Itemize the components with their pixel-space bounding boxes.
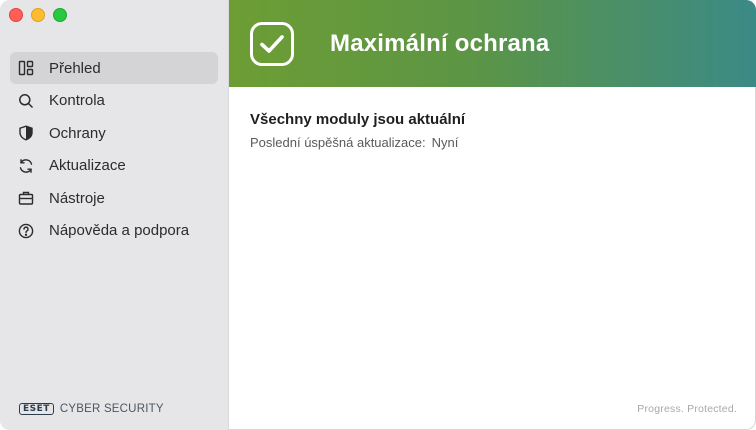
- sidebar-item-scan[interactable]: Kontrola: [10, 85, 218, 117]
- help-icon: [18, 223, 34, 239]
- sidebar-nav: Přehled Kontrola Ochrany Aktualizace Nás…: [10, 52, 218, 247]
- sidebar-item-label: Ochrany: [49, 124, 106, 142]
- sidebar-item-tools[interactable]: Nástroje: [10, 182, 218, 214]
- app-window: Přehled Kontrola Ochrany Aktualizace Nás…: [0, 0, 756, 430]
- shield-icon: [18, 125, 34, 141]
- sidebar-item-label: Nástroje: [49, 189, 105, 207]
- product-name: CYBER SECURITY: [59, 403, 164, 415]
- toolbox-icon: [18, 190, 34, 206]
- minimize-window-button[interactable]: [31, 8, 45, 22]
- window-controls: [9, 8, 67, 22]
- dashboard-icon: [18, 60, 34, 76]
- sidebar-item-label: Nápověda a podpora: [49, 222, 190, 239]
- sidebar-item-label: Přehled: [49, 59, 101, 77]
- sidebar: Přehled Kontrola Ochrany Aktualizace Nás…: [0, 0, 229, 430]
- tagline: Progress. Protected.: [637, 403, 737, 415]
- last-update-line: Poslední úspěšná aktualizace: Nyní: [250, 135, 735, 150]
- sidebar-item-overview[interactable]: Přehled: [10, 52, 218, 84]
- main-panel: Maximální ochrana Všechny moduly jsou ak…: [229, 0, 756, 430]
- brand: ESET CYBER SECURITY: [19, 403, 164, 415]
- sidebar-item-protections[interactable]: Ochrany: [10, 117, 218, 149]
- last-update-value: Nyní: [431, 135, 459, 150]
- sidebar-item-help[interactable]: Nápověda a podpora: [10, 215, 218, 247]
- sidebar-item-updates[interactable]: Aktualizace: [10, 150, 218, 182]
- status-content: Všechny moduly jsou aktuální Poslední ús…: [229, 87, 756, 174]
- search-icon: [18, 93, 34, 109]
- last-update-label: Poslední úspěšná aktualizace:: [250, 135, 426, 150]
- protection-status-title: Maximální ochrana: [330, 29, 550, 57]
- sidebar-item-label: Kontrola: [49, 92, 105, 109]
- modules-status-heading: Všechny moduly jsou aktuální: [250, 111, 466, 128]
- checkmark-icon: [250, 21, 294, 66]
- maximize-window-button[interactable]: [53, 8, 67, 22]
- close-window-button[interactable]: [9, 8, 23, 22]
- sidebar-item-label: Aktualizace: [49, 157, 126, 174]
- eset-logo: ESET: [19, 403, 54, 415]
- status-banner: Maximální ochrana: [229, 0, 756, 87]
- refresh-icon: [18, 158, 34, 174]
